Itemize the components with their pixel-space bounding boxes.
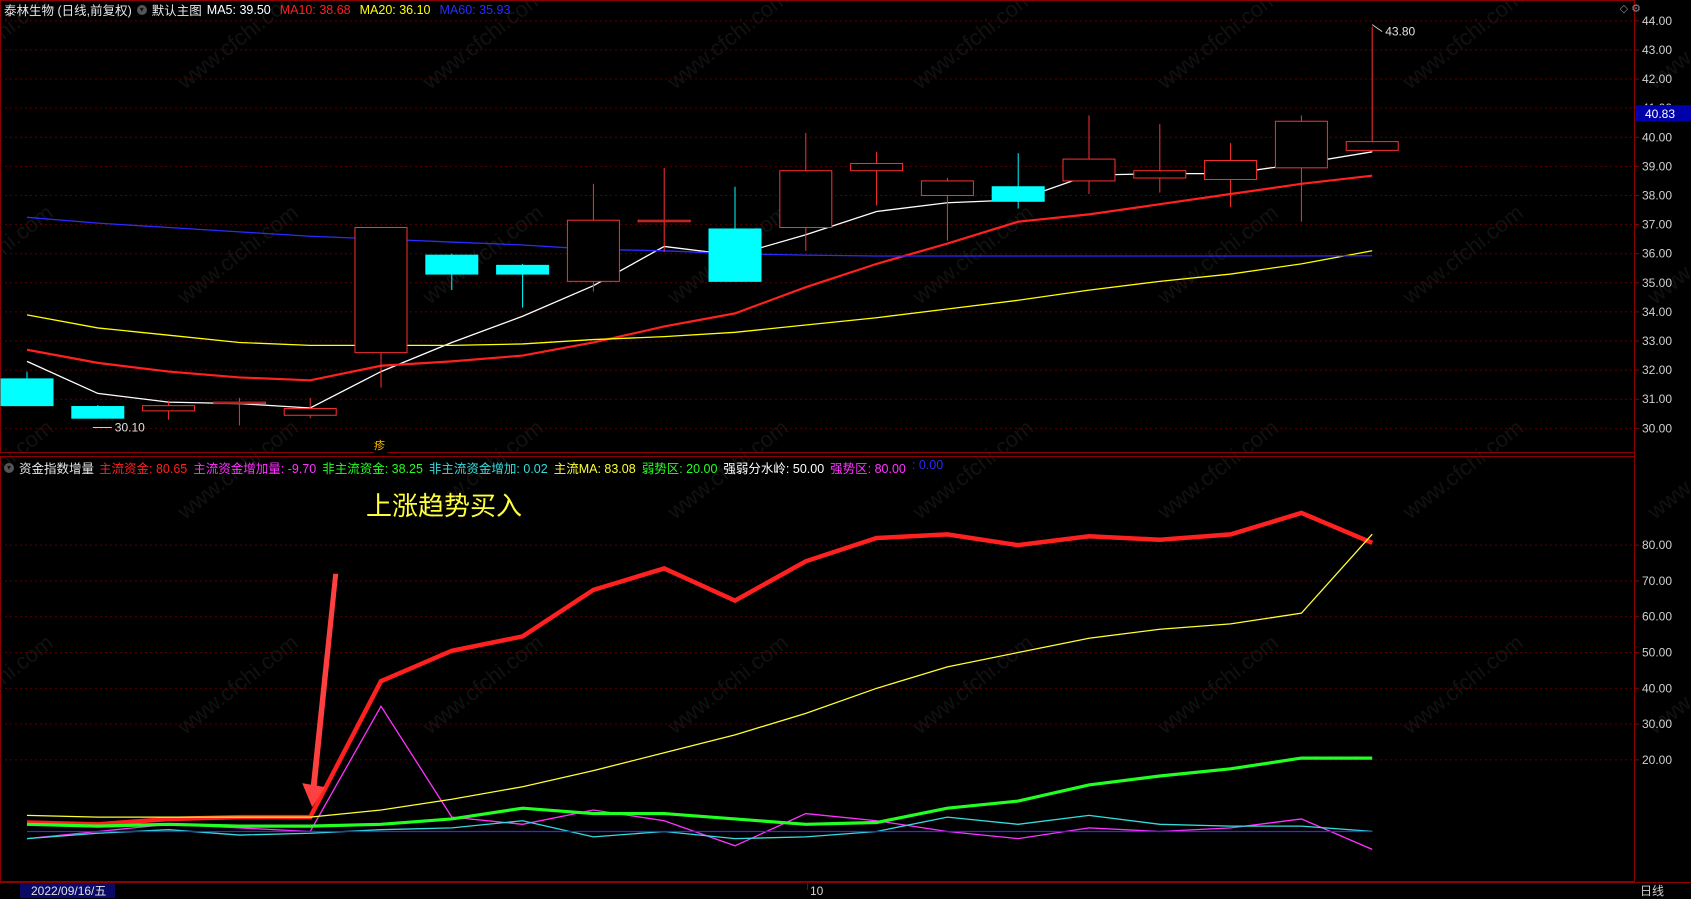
y-tick-label: 30.00	[1642, 421, 1672, 435]
y-tick-label: 34.00	[1642, 305, 1672, 319]
watermark-text: www.cfchi.com	[907, 200, 1038, 310]
price-callout-label: 43.80	[1385, 25, 1415, 39]
month-tick-label: 10	[810, 884, 824, 898]
y-tick-label: 35.00	[1642, 276, 1672, 290]
indicator-line-0	[26, 510, 1374, 827]
candle-body	[1345, 141, 1399, 151]
indicator-legend-item: 弱势区: 20.00	[641, 462, 718, 476]
ma-legend-item: MA20: 36.10	[359, 2, 431, 17]
indicator-legend-item: 强势区: 80.00	[830, 462, 906, 476]
indicator-legend-item: 非主流资金增加: 0.02	[428, 462, 548, 476]
indicator-legend-item: 主流资金增加量: -9.70	[193, 462, 317, 476]
candle-body	[354, 227, 408, 354]
y-tick-label: 37.00	[1642, 218, 1672, 232]
period-label[interactable]: 日线	[1640, 884, 1664, 898]
indicator-legend-item: : 0.00	[911, 458, 944, 472]
watermark-text: www.cfchi.com	[907, 630, 1038, 740]
candle-body	[142, 405, 196, 412]
indicator-legend-item: 主流资金: 80.65	[99, 462, 188, 476]
y-tick-label: 20.00	[1642, 753, 1672, 767]
candle-body	[496, 264, 550, 275]
chevron-down-icon[interactable]: ▾	[136, 4, 147, 15]
watermark-text: www.cfchi.com	[1152, 630, 1283, 740]
indicator-legend-item: 非主流资金: 38.25	[322, 462, 423, 476]
y-tick-label: 31.00	[1642, 392, 1672, 406]
watermark-text: www.cfchi.com	[1397, 630, 1528, 740]
watermark-text: www.cfchi.com	[907, 0, 1038, 95]
sub-header: ▾ 资金指数增量 主流资金: 80.65 主流资金增加量: -9.70 非主流资金:…	[4, 458, 943, 477]
y-tick-label: 30.00	[1642, 717, 1672, 731]
date-label: 2022/09/16/五	[31, 884, 106, 898]
y-tick-label: 38.00	[1642, 188, 1672, 202]
y-tick-label: 39.00	[1642, 159, 1672, 173]
candle-body	[0, 378, 54, 407]
candle-body	[920, 180, 974, 196]
stock-title: 泰林生物 (日线,前复权)	[4, 4, 132, 18]
watermark-text: www.cfchi.com	[1152, 0, 1283, 95]
price-callout-line	[1371, 24, 1383, 33]
y-tick-label: 42.00	[1642, 72, 1672, 86]
candle-body	[212, 401, 266, 405]
candle-body	[1204, 160, 1258, 180]
watermark-text: www.cfchi.com	[662, 0, 793, 95]
y-tick-label: 32.00	[1642, 363, 1672, 377]
watermark-text: www.cfchi.com	[1152, 200, 1283, 310]
y-tick-label: 40.00	[1642, 130, 1672, 144]
stock-chart-window: www.cfchi.com www.cfchi.com www.cfchi.com w…	[0, 0, 1691, 899]
candle-body	[1274, 120, 1328, 169]
watermark-text: www.cfchi.com	[1397, 0, 1528, 95]
candle-body	[850, 162, 904, 172]
indicator-legend-item: 主流MA: 83.08	[553, 462, 636, 476]
y-tick-label: 80.00	[1642, 538, 1672, 552]
watermark-text: www.cfchi.com	[0, 200, 58, 310]
watermark-text: www.cfchi.com	[417, 200, 548, 310]
ma-legend-item: MA5: 39.50	[206, 2, 271, 17]
diamond-icon[interactable]: ◇	[1620, 3, 1628, 15]
current-price-label: 40.83	[1645, 107, 1675, 121]
window-controls[interactable]: ◇ ⚙	[1620, 2, 1641, 15]
ma-legend-item: MA10: 38.68	[279, 2, 351, 17]
candle-body	[283, 408, 337, 416]
candle-body	[779, 170, 833, 228]
y-tick-label: 60.00	[1642, 610, 1672, 624]
y-tick-label: 36.00	[1642, 247, 1672, 261]
y-tick-label: 50.00	[1642, 646, 1672, 660]
y-tick-label: 40.00	[1642, 681, 1672, 695]
y-tick-label: 70.00	[1642, 574, 1672, 588]
watermark-text: www.cfchi.com	[1397, 415, 1528, 525]
main-header: 泰林生物 (日线,前复权) ▾ 默认主图 MA5: 39.50 MA10: 38.…	[4, 0, 510, 19]
chart-canvas[interactable]: www.cfchi.com www.cfchi.com www.cfchi.com w…	[0, 0, 1691, 899]
watermark-text: www.cfchi.com	[172, 200, 303, 310]
indicator-title[interactable]: 资金指数增量	[19, 458, 94, 477]
watermark-text: www.cfchi.com	[1152, 415, 1283, 525]
y-tick-label: 33.00	[1642, 334, 1672, 348]
watermark-text: www.cfchi.com	[0, 630, 58, 740]
ma-legend: MA5: 39.50 MA10: 38.68 MA20: 36.10 MA60: 35…	[207, 3, 511, 17]
candle-body	[1133, 170, 1187, 179]
y-tick-label: 43.00	[1642, 43, 1672, 57]
candle-body	[637, 219, 691, 223]
candle-body	[991, 186, 1045, 202]
candle-body	[1062, 158, 1116, 182]
candle-body	[71, 406, 125, 419]
ma-legend-item: MA60: 35.93	[439, 2, 511, 17]
indicator-legend: 主流资金: 80.65 主流资金增加量: -9.70 非主流资金: 38.25 非主流…	[99, 458, 943, 477]
candle-body	[425, 254, 479, 275]
settings-icon[interactable]: ⚙	[1631, 3, 1641, 15]
indicator-legend-item: 强弱分水岭: 50.00	[723, 462, 825, 476]
price-callout-label: 30.10	[115, 420, 145, 434]
buy-signal-arrow-shaft	[310, 573, 339, 792]
chevron-down-icon[interactable]: ▾	[4, 462, 14, 473]
watermark-text: www.cfchi.com	[172, 630, 303, 740]
watermark-text: www.cfchi.com	[1397, 200, 1528, 310]
candle-body	[566, 219, 620, 282]
y-tick-label: 44.00	[1642, 14, 1672, 28]
signal-marker: 疹	[374, 440, 387, 453]
candle-body	[708, 228, 762, 282]
buy-signal-annotation: 上涨趋势买入	[366, 492, 523, 522]
chart-mode[interactable]: 默认主图	[152, 0, 202, 19]
